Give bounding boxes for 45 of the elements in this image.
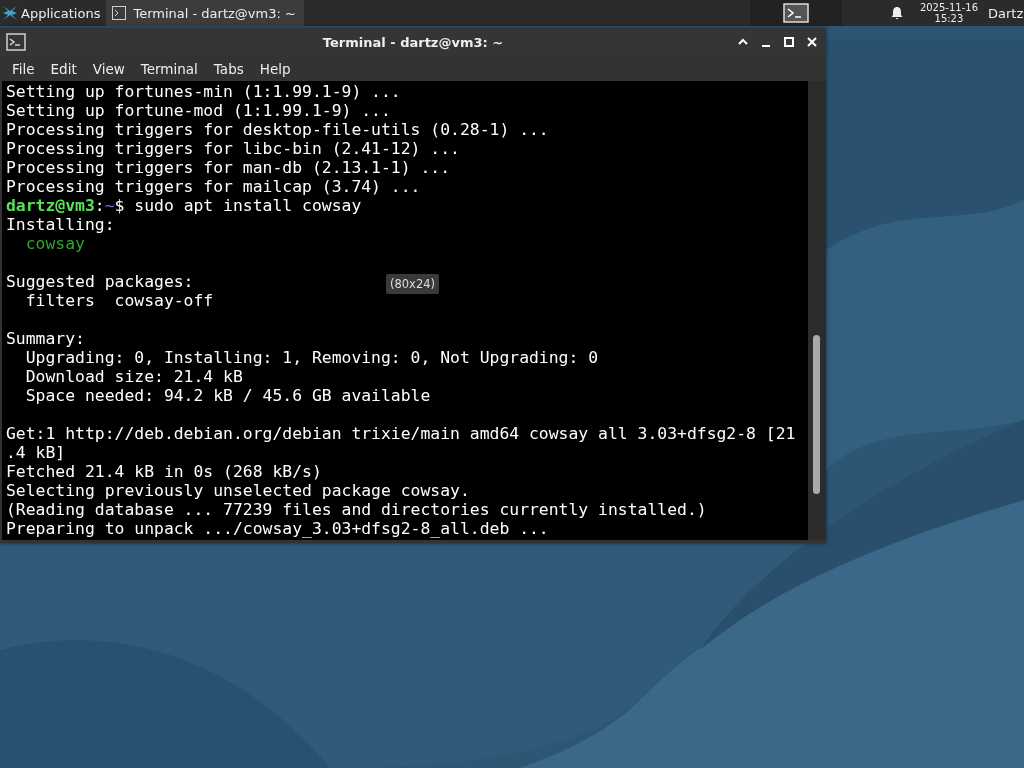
terminal-line: Space needed: 94.2 kB / 45.6 GB available (24, 386, 431, 405)
terminal-line: Fetched 21.4 kB in 0s (268 kB/s) (6, 462, 322, 481)
terminal-line: .4 kB] (6, 443, 66, 462)
terminal-icon (6, 33, 26, 51)
terminal-line: Processing triggers for libc-bin (2.41-12) ... (6, 139, 460, 158)
command-text: $ sudo apt install cowsay (114, 196, 362, 215)
terminal-line: Installing: (6, 215, 115, 234)
applications-menu[interactable]: Applications (0, 0, 107, 26)
menu-item[interactable]: View (84, 60, 133, 77)
scrollbar[interactable] (808, 81, 826, 540)
scrollbar-thumb[interactable] (813, 335, 820, 494)
close-icon[interactable] (806, 36, 818, 48)
window-title: Terminal - dartz@vm3: ~ (321, 34, 505, 50)
terminal-line: Preparing to unpack .../cowsay_3.03+dfsg2-8_all.deb ... (6, 519, 549, 538)
clock[interactable]: 2025-11-16 15:23 (919, 2, 978, 24)
star-logo-icon (2, 5, 18, 21)
terminal-line: Processing triggers for man-db (2.13.1-1) ... (6, 158, 451, 177)
maximize-icon[interactable] (783, 36, 795, 48)
user-menu[interactable]: Dartz (988, 5, 1024, 21)
terminal-line: Summary: (6, 329, 85, 348)
prompt-path: ~ (104, 196, 115, 215)
menu-item[interactable]: Tabs (205, 60, 252, 77)
menu-item[interactable]: Terminal (132, 60, 206, 77)
terminal-line: Processing triggers for desktop-file-utils (0.28-1) ... (6, 120, 549, 139)
terminal-line: Processing triggers for mailcap (3.74) ... (6, 177, 421, 196)
prompt-user: dartz@vm3 (6, 196, 95, 215)
terminal-line: Upgrading: 0, Installing: 1, Removing: 0, Not Upgrading: 0 (24, 348, 599, 367)
menu-item[interactable]: Help (251, 60, 299, 77)
terminal-line: Setting up fortune-mod (1:1.99.1-9) ... (6, 101, 391, 120)
terminal-line: Suggested packages: (6, 272, 194, 291)
bell-icon[interactable] (889, 6, 904, 20)
terminal-line: Get:1 http://deb.debian.org/debian trixie/main amd64 cowsay all 3.03+dfsg2-8 [21 (6, 424, 796, 443)
terminal-line: (Reading database ... 77239 files and directories currently installed.) (6, 500, 707, 519)
terminal-line: Download size: 21.4 kB (24, 367, 243, 386)
terminal-line: cowsay (24, 234, 85, 253)
terminal-icon (112, 6, 127, 20)
terminal-line: filters cowsay-off (24, 291, 214, 310)
prompt-separator: : (94, 196, 105, 215)
terminal-line: Setting up fortunes-min (1:1.99.1-9) ... (6, 82, 401, 101)
size-tooltip: (80x24) (386, 274, 440, 294)
menu-item[interactable]: Edit (42, 60, 85, 77)
terminal-line: Selecting previously unselected package cowsay. (6, 481, 470, 500)
terminal-launcher-icon[interactable] (782, 3, 809, 23)
menu-item[interactable]: File (4, 60, 43, 77)
taskbar-button[interactable]: Terminal - dartz@vm3: ~ (106, 0, 304, 26)
